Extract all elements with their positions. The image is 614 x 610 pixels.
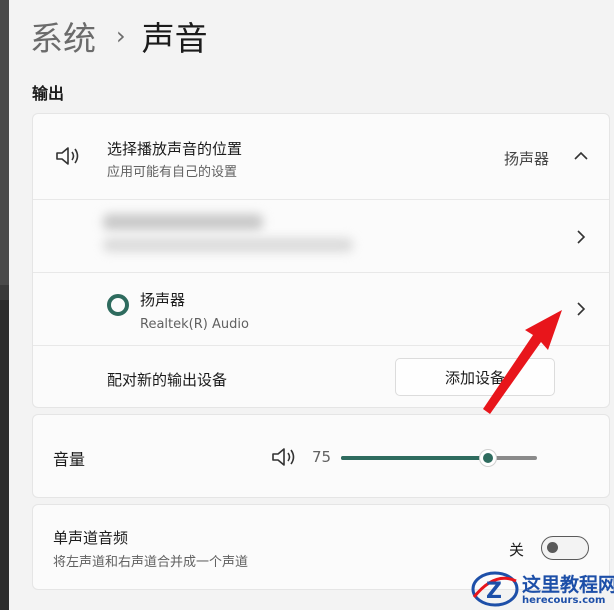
speaker-icon[interactable] (271, 446, 299, 468)
volume-card: 音量 75 (32, 414, 610, 498)
output-section-heading: 输出 (32, 84, 65, 103)
breadcrumb-separator-icon: › (116, 22, 126, 50)
mono-audio-title: 单声道音频 (53, 529, 129, 547)
mono-audio-subtitle: 将左声道和右声道合并成一个声道 (53, 555, 249, 570)
watermark-url: herecours.com (522, 595, 606, 606)
device-name: 扬声器 (140, 291, 186, 309)
output-device-row[interactable] (33, 199, 609, 272)
page-title: 声音 (141, 19, 208, 58)
watermark-title: 这里教程网 (522, 574, 614, 596)
toggle-state-label: 关 (509, 541, 525, 559)
device-detail: Realtek(R) Audio (140, 317, 249, 332)
chevron-up-icon[interactable] (573, 150, 589, 162)
pair-new-label: 配对新的输出设备 (107, 371, 228, 389)
breadcrumb: 系统 › 声音 (30, 12, 208, 60)
current-output-value: 扬声器 (504, 150, 550, 168)
speaker-icon (56, 147, 79, 165)
volume-value: 75 (312, 448, 332, 466)
volume-slider-thumb[interactable] (479, 449, 497, 467)
choose-location-subtitle: 应用可能有自己的设置 (107, 165, 238, 180)
edge-segment (0, 300, 9, 610)
mono-audio-toggle[interactable] (541, 536, 589, 560)
chevron-right-icon[interactable] (575, 229, 587, 245)
edge-segment (0, 0, 9, 285)
volume-label: 音量 (53, 450, 86, 469)
choose-location-title: 选择播放声音的位置 (107, 140, 243, 158)
redacted-device-name (103, 214, 263, 230)
annotation-arrow-icon (483, 310, 562, 414)
watermark-logo-icon: Z (471, 571, 519, 607)
svg-text:Z: Z (486, 579, 502, 604)
radio-selected-icon[interactable] (106, 293, 130, 317)
volume-slider-fill (341, 456, 488, 460)
breadcrumb-parent[interactable]: 系统 (30, 12, 96, 60)
choose-output-location-row[interactable]: 选择播放声音的位置 应用可能有自己的设置 扬声器 (33, 114, 609, 199)
window-left-edge (0, 0, 9, 610)
redacted-device-detail (103, 238, 353, 252)
